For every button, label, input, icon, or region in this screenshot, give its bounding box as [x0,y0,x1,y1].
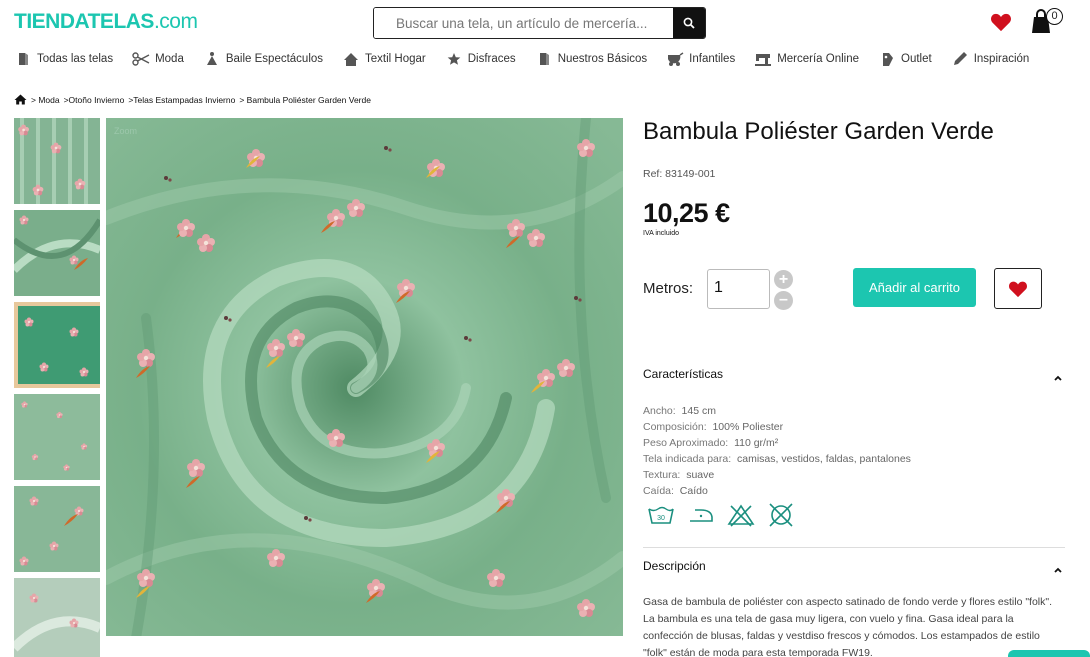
nav-item-moda[interactable]: Moda [132,51,184,67]
search-input[interactable] [374,8,673,38]
search-bar [373,7,706,39]
fabric-roll-icon [14,51,32,67]
add-to-cart-button[interactable]: Añadir al carrito [853,268,976,307]
characteristics-header[interactable]: Características [643,367,1065,381]
nav-label: Infantiles [689,53,736,65]
search-button[interactable] [673,8,705,38]
sewing-machine-icon [754,51,772,67]
nav-item-baile[interactable]: Baile Espectáculos [203,51,323,67]
fabric-roll-icon [535,51,553,67]
thumbnail-5[interactable] [14,486,100,572]
nav-label: Disfraces [467,53,516,65]
thumbnail-6[interactable] [14,578,100,657]
breadcrumb-item[interactable]: > Moda [31,95,60,105]
thumbnail-strip [14,118,100,657]
quantity-decrease-button[interactable]: – [774,291,793,310]
quantity-increase-button[interactable]: + [774,270,793,289]
char-row: Caída: Caído [643,485,708,497]
nav-label: Mercería Online [777,53,860,65]
home-icon [342,51,360,67]
description-header[interactable]: Descripción [643,559,1065,573]
breadcrumb-item[interactable]: >Otoño Invierno [64,95,125,105]
nav-label: Baile Espectáculos [225,53,324,65]
description-text: Gasa de bambula de poliéster con aspecto… [643,596,1053,657]
nav-item-outlet[interactable]: Outlet [878,51,932,67]
tag-icon [878,51,896,67]
nav-label: Textil Hogar [365,53,426,65]
no-bleach-icon [727,504,755,527]
no-tumble-dry-icon [769,503,793,527]
nav-label: Outlet [901,53,932,65]
quantity-input[interactable]: 1 [707,269,770,309]
chevron-up-icon [1054,375,1062,381]
product-price: 10,25 € [643,198,730,228]
thumbnail-2[interactable] [14,210,100,296]
thumbnail-4[interactable] [14,394,100,480]
char-row: Tela indicada para: camisas, vestidos, f… [643,453,911,465]
char-row: Composición: 100% Poliester [643,421,784,433]
nav-label: Nuestros Básicos [557,53,648,65]
main-nav: Todas las telas Moda Baile Espectáculos … [14,48,1048,70]
scissors-icon [132,51,150,67]
nav-item-todas-las-telas[interactable]: Todas las telas [14,51,113,67]
stroller-icon [666,51,684,67]
nav-label: Todas las telas [37,53,114,65]
home-icon[interactable] [14,94,27,105]
char-row: Peso Aproximado: 110 gr/m² [643,437,779,449]
iron-low-icon [690,509,713,522]
nav-item-inspiracion[interactable]: Inspiración [951,51,1030,67]
char-row: Ancho: 145 cm [643,405,716,417]
breadcrumb-item: > Bambula Poliéster Garden Verde [239,94,371,105]
breadcrumb-item[interactable]: >Telas Estampadas Invierno [128,95,235,105]
heart-icon [1009,281,1027,297]
nav-item-nuestros-basicos[interactable]: Nuestros Básicos [535,51,647,67]
site-logo[interactable]: TIENDATELAS.com [14,10,198,34]
description-title: Descripción [643,559,706,573]
chevron-up-icon [1054,567,1062,573]
pencil-icon [951,51,969,67]
characteristics-list: Ancho: 145 cm Composición: 100% Polieste… [643,403,911,499]
product-title: Bambula Poliéster Garden Verde [643,118,994,145]
care-icons: 30 [647,503,807,527]
star-icon [445,51,463,67]
product-main-image[interactable]: Zoom [106,118,623,636]
wash-30-icon: 30 [648,506,674,524]
nav-item-merceria-online[interactable]: Mercería Online [754,51,859,67]
search-icon [683,17,695,29]
wishlist-heart-icon[interactable] [990,12,1012,32]
nav-item-infantiles[interactable]: Infantiles [666,51,735,67]
logo-suffix: .com [153,10,198,33]
cart-count-badge: 0 [1046,8,1063,25]
breadcrumb: > Moda >Otoño Invierno >Telas Estampadas… [14,94,375,105]
product-ref: Ref: 83149-001 [643,168,716,180]
thumbnail-3[interactable] [14,302,100,388]
nav-label: Moda [155,53,184,65]
nav-item-textil-hogar[interactable]: Textil Hogar [342,51,426,67]
zoom-hint: Zoom [114,126,138,136]
logo-text: TIENDATELAS [14,10,154,33]
iva-note: IVA incluido [643,230,680,237]
nav-item-disfraces[interactable]: Disfraces [445,51,516,67]
floating-chat-button[interactable] [1008,650,1090,657]
characteristics-title: Características [643,367,724,381]
char-row: Textura: suave [643,469,715,481]
add-to-wishlist-button[interactable] [994,268,1042,309]
nav-label: Inspiración [973,53,1030,65]
dancer-icon [203,51,221,67]
thumbnail-1[interactable] [14,118,100,204]
svg-text:30: 30 [657,515,665,522]
section-divider [643,547,1065,548]
site-header: TIENDATELAS.com 0 [0,0,1090,44]
metros-label: Metros: [643,280,694,297]
